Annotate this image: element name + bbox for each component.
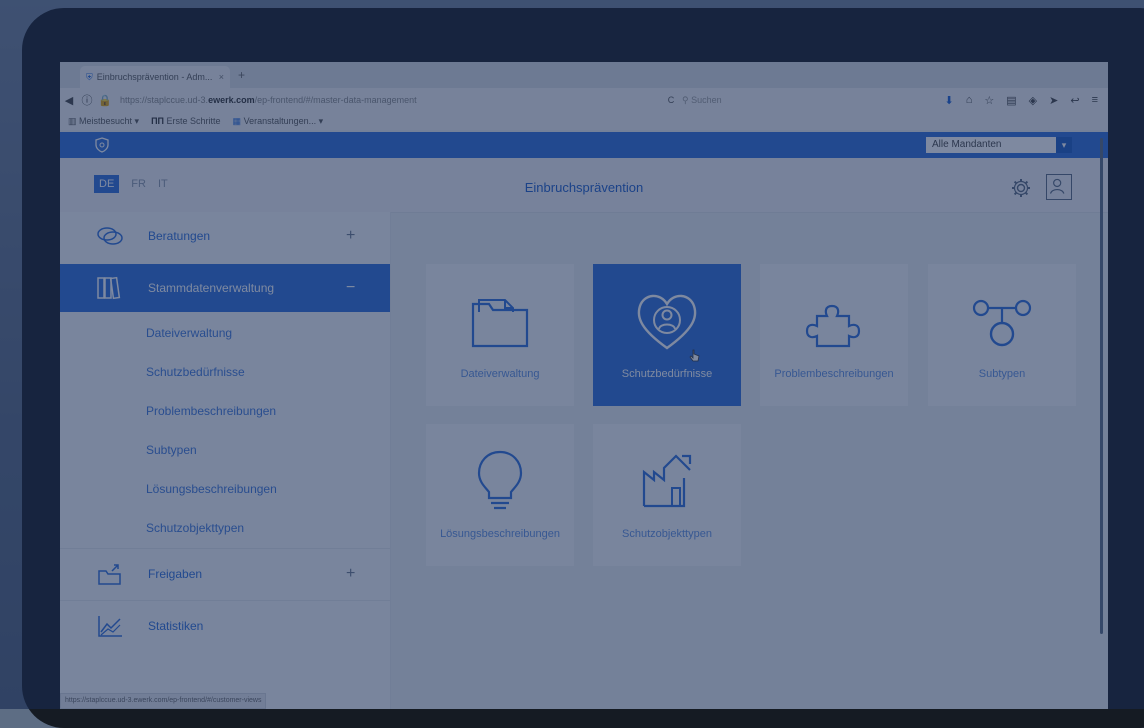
lightbulb-icon <box>477 450 523 510</box>
search-icon: ⚲ <box>682 94 692 105</box>
tab-bar: ⛨ Einbruchsprävention - Adm... × + <box>60 62 1108 88</box>
sidebar-item-statistiken[interactable]: Statistiken <box>60 602 390 650</box>
back-icon[interactable]: ◀ <box>60 94 78 107</box>
bookmark-star-icon[interactable]: ☆ <box>984 94 994 107</box>
expand-icon[interactable]: + <box>346 565 355 583</box>
back-arrow-icon[interactable]: ↩ <box>1070 94 1079 107</box>
lock-icon: 🔒 <box>98 94 112 107</box>
bookmark-meistbesucht[interactable]: ▥ Meistbesucht ▾ <box>68 116 139 127</box>
tab-favicon-icon: ⛨ <box>86 71 93 82</box>
bookmark-erste-schritte[interactable]: ПП Erste Schritte <box>151 116 220 126</box>
user-silhouette-icon <box>1049 178 1065 194</box>
sidebar-label-beratungen: Beratungen <box>148 229 211 243</box>
tile-label: Subtypen <box>978 368 1026 380</box>
mouse-cursor-icon <box>689 349 700 362</box>
tile-label: Schutzobjekttypen <box>622 528 712 540</box>
browser-window: ⛨ Einbruchsprävention - Adm... × + ◀ ⓘ 🔒… <box>60 62 1108 709</box>
bookmark-veranstaltungen-label: Veranstaltungen... ▾ <box>243 115 324 126</box>
binders-icon <box>97 276 121 300</box>
new-tab-button[interactable]: + <box>238 68 245 82</box>
shield-logo-icon <box>95 137 109 153</box>
sidebar-item-freigaben[interactable]: Freigaben + <box>60 550 390 598</box>
tile-dateiverwaltung[interactable]: Dateiverwaltung <box>426 264 574 406</box>
sidebar-divider <box>60 548 390 549</box>
clipboard-icon[interactable]: ▤ <box>1006 94 1016 107</box>
bookmark-veranstaltungen[interactable]: ▦ Veranstaltungen... ▾ <box>233 116 324 127</box>
bookmark-logo-icon: ПП <box>151 116 167 126</box>
user-icon[interactable] <box>1046 174 1072 200</box>
info-icon[interactable]: ⓘ <box>78 92 96 108</box>
reload-icon[interactable]: C <box>660 95 682 105</box>
pocket-icon[interactable]: ◈ <box>1029 94 1037 107</box>
url-domain: ewerk.com <box>208 95 255 105</box>
bookmarks-bar: ▥ Meistbesucht ▾ ПП Erste Schritte ▦ Ver… <box>60 112 1108 130</box>
subtypes-icon <box>972 299 1032 347</box>
building-icon <box>642 454 692 508</box>
url-bar[interactable]: https://staplccue.ud-3.ewerk.com/ep-fron… <box>120 95 660 105</box>
tile-label: Dateiverwaltung <box>460 368 540 380</box>
tile-label: Problembeschreibungen <box>774 368 894 380</box>
sidebar-label-freigaben: Freigaben <box>148 567 203 581</box>
home-icon[interactable]: ⌂ <box>966 94 973 107</box>
bookmark-meistbesucht-label: Meistbesucht ▾ <box>79 115 140 126</box>
sidebar-item-stammdatenverwaltung[interactable]: Stammdatenverwaltung − <box>60 264 390 312</box>
navigation-bar: ◀ ⓘ 🔒 https://staplccue.ud-3.ewerk.com/e… <box>60 88 1108 112</box>
tile-label: Lösungsbeschreibungen <box>440 528 560 540</box>
search-field[interactable]: ⚲ Suchen <box>682 95 832 106</box>
bookmark-erste-schritte-label: Erste Schritte <box>166 116 221 126</box>
tile-subtypen[interactable]: Subtypen <box>928 264 1076 406</box>
line-chart-icon <box>98 616 122 637</box>
sidebar-subitem-subtypen[interactable]: Subtypen <box>146 443 197 457</box>
sidebar-label-stammdatenverwaltung: Stammdatenverwaltung <box>148 281 275 295</box>
tab-close-icon[interactable]: × <box>219 72 224 82</box>
url-suffix: /ep-frontend/#/master-data-management <box>254 95 417 105</box>
url-prefix: https://staplccue.ud-3. <box>120 95 209 105</box>
sidebar-subitem-schutzobjekttypen[interactable]: Schutzobjekttypen <box>146 521 244 535</box>
sidebar-item-beratungen[interactable]: Beratungen + <box>60 212 390 260</box>
sidebar-subitem-problembeschreibungen[interactable]: Problembeschreibungen <box>146 404 276 418</box>
mandant-select[interactable]: Alle Mandanten <box>926 137 1056 153</box>
heart-person-icon <box>637 294 697 350</box>
search-placeholder: Suchen <box>691 94 722 105</box>
expand-icon[interactable]: + <box>346 227 355 245</box>
sidebar-subitem-dateiverwaltung[interactable]: Dateiverwaltung <box>146 326 232 340</box>
tile-schutzbeduerfnisse[interactable]: Schutzbedürfnisse <box>593 264 741 406</box>
page-title: Einbruchsprävention <box>524 180 644 195</box>
mandant-dropdown-icon[interactable]: ▾ <box>1056 137 1072 153</box>
status-bar-url: https://staplccue.ud-3.ewerk.com/ep-fron… <box>60 693 267 709</box>
download-icon[interactable]: ⬇ <box>945 94 954 107</box>
toolbar-icons: ⬇ ⌂ ☆ ▤ ◈ ➤ ↩ ≡ <box>945 94 1108 107</box>
sidebar-subitem-schutzbeduerfnisse[interactable]: Schutzbedürfnisse <box>146 365 245 379</box>
menu-icon[interactable]: ≡ <box>1092 94 1098 107</box>
folder-icon <box>471 299 529 348</box>
app-header: Alle Mandanten ▾ <box>60 132 1108 158</box>
chat-bubbles-icon <box>97 227 123 245</box>
bookmarks-folder-icon: ▥ <box>68 115 80 126</box>
sidebar-subitem-loesungsbeschreibungen[interactable]: Lösungsbeschreibungen <box>146 482 277 496</box>
sub-header: DE FR IT Einbruchsprävention <box>60 158 1108 213</box>
sidebar: Beratungen + Stammdatenverwaltung − Date… <box>60 212 391 709</box>
tile-loesungsbeschreibungen[interactable]: Lösungsbeschreibungen <box>426 424 574 566</box>
tab-title: Einbruchsprävention - Adm... <box>96 72 213 82</box>
tile-problembeschreibungen[interactable]: Problembeschreibungen <box>760 264 908 406</box>
tray-arrow-icon <box>98 564 121 585</box>
gear-icon[interactable] <box>1010 177 1032 199</box>
bookmark-calendar-icon: ▦ <box>232 115 244 126</box>
sidebar-divider <box>60 600 390 601</box>
puzzle-icon <box>805 304 861 348</box>
send-icon[interactable]: ➤ <box>1049 94 1058 107</box>
scrollbar[interactable] <box>1100 138 1103 634</box>
browser-tab[interactable]: ⛨ Einbruchsprävention - Adm... × <box>80 66 230 88</box>
sidebar-label-statistiken: Statistiken <box>148 619 204 633</box>
tile-schutzobjekttypen[interactable]: Schutzobjekttypen <box>593 424 741 566</box>
collapse-icon[interactable]: − <box>346 279 355 297</box>
tile-label: Schutzbedürfnisse <box>621 368 713 380</box>
